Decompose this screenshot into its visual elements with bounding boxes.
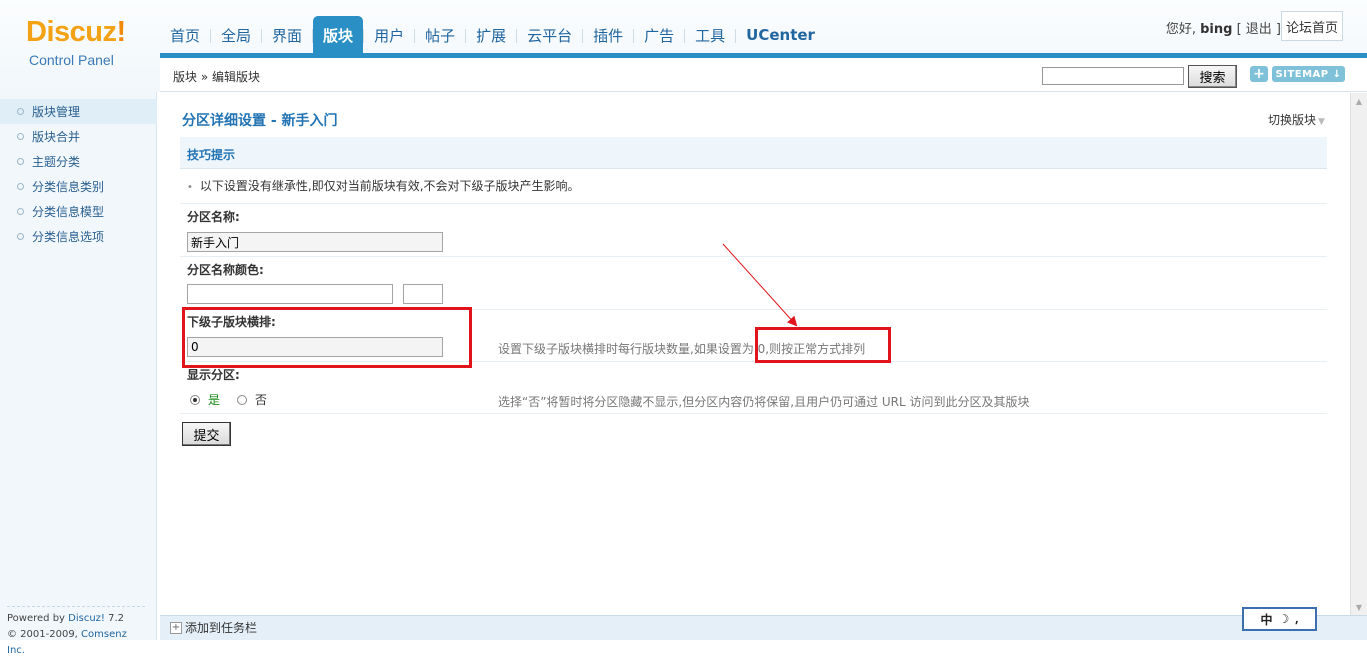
divider bbox=[180, 256, 1327, 257]
sidebar-item[interactable]: 分类信息模型 bbox=[0, 199, 157, 224]
circle-icon bbox=[17, 133, 24, 140]
nav-tab-label: 广告 bbox=[644, 26, 675, 45]
scroll-up-icon[interactable]: ▲ bbox=[1351, 93, 1367, 109]
sidebar-item-label: 分类信息模型 bbox=[32, 205, 105, 219]
logo[interactable]: Discuz! Control Panel bbox=[0, 0, 160, 92]
chevron-down-icon: ▼ bbox=[1318, 117, 1325, 127]
divider bbox=[180, 413, 1327, 414]
ime-mode[interactable]: 中 bbox=[1261, 611, 1273, 628]
nav-tab-11[interactable]: UCenter bbox=[736, 16, 825, 54]
nav-tab-3[interactable]: 版块 bbox=[313, 16, 364, 54]
tips-header: 技巧提示 bbox=[180, 137, 1327, 169]
sidebar-menu: 版块管理版块合并主题分类分类信息类别 分类信息模型 分类信息选项 bbox=[0, 99, 157, 249]
logout-link[interactable]: [ 退出 ] bbox=[1237, 22, 1281, 37]
scroll-down-icon[interactable]: ▼ bbox=[1351, 599, 1367, 615]
breadcrumb-bar: 版块 » 编辑版块 搜索 + SITEMAP ↓ bbox=[160, 58, 1367, 92]
nav-tab-4[interactable]: 用户 bbox=[364, 16, 414, 54]
nav-tab-6[interactable]: 扩展 bbox=[466, 16, 516, 54]
sidebar: 版块管理版块合并主题分类分类信息类别 分类信息模型 分类信息选项 Powered b… bbox=[0, 92, 157, 656]
add-to-taskbar[interactable]: + 添加到任务栏 bbox=[170, 619, 257, 636]
forum-home-button[interactable]: 论坛首页 bbox=[1281, 11, 1343, 41]
nav-tab-label: 帖子 bbox=[425, 26, 456, 45]
tip-text: • 以下设置没有继承性,即仅对当前版块有效,不会对下级子版块产生影响。 bbox=[187, 179, 580, 193]
add-shortcut-icon[interactable]: + bbox=[1250, 66, 1268, 82]
show-no-radio[interactable] bbox=[237, 394, 248, 405]
nav-tab-8[interactable]: 插件 bbox=[583, 16, 633, 54]
breadcrumb-root[interactable]: 版块 bbox=[173, 70, 197, 84]
sitemap-button[interactable]: SITEMAP ↓ bbox=[1272, 66, 1345, 82]
circle-icon bbox=[17, 108, 24, 115]
sidebar-item[interactable]: 分类信息选项 bbox=[0, 224, 157, 249]
powered-by: Powered by Discuz! 7.2 © 2001-2009, Coms… bbox=[7, 606, 145, 659]
nav-tab-7[interactable]: 云平台 bbox=[517, 16, 582, 54]
nav-tab-label: 首页 bbox=[170, 26, 201, 45]
submit-button[interactable]: 提交 bbox=[182, 422, 231, 446]
sidebar-item-label: 版块合并 bbox=[32, 130, 81, 144]
color-swatch[interactable] bbox=[403, 284, 443, 304]
switch-board-dropdown[interactable]: 切换版块 ▼ bbox=[1268, 111, 1325, 128]
nav-tab-label: 界面 bbox=[272, 26, 303, 45]
search-input[interactable] bbox=[1042, 67, 1184, 85]
annotation-box-hint bbox=[755, 327, 891, 363]
circle-icon bbox=[17, 233, 24, 240]
sidebar-item-label: 主题分类 bbox=[32, 155, 81, 169]
name-color-label: 分区名称颜色: bbox=[187, 263, 264, 277]
moon-icon[interactable]: ☽ bbox=[1279, 612, 1290, 626]
logo-subtitle: Control Panel bbox=[29, 52, 114, 68]
page-title: 分区详细设置 - 新手入门 bbox=[182, 113, 338, 129]
nav-tab-label: 云平台 bbox=[527, 26, 573, 45]
nav-tab-label: 工具 bbox=[695, 26, 726, 45]
forum-name-label: 分区名称: bbox=[187, 210, 240, 224]
circle-icon bbox=[17, 158, 24, 165]
plus-icon: + bbox=[170, 621, 182, 634]
nav-tab-2[interactable]: 界面 bbox=[262, 16, 312, 54]
circle-icon bbox=[17, 208, 24, 215]
show-forum-hint: 选择“否”将暂时将分区隐藏不显示,但分区内容仍将保留,且用户仍可通过 URL 访… bbox=[498, 395, 1030, 409]
username: bing bbox=[1200, 22, 1233, 37]
nav-tab-1[interactable]: 全局 bbox=[211, 16, 261, 54]
nav-tab-0[interactable]: 首页 bbox=[160, 16, 210, 54]
nav-tab-label: 用户 bbox=[374, 26, 405, 45]
nav-tab-label: 全局 bbox=[221, 26, 252, 45]
nav-tab-label: 扩展 bbox=[476, 26, 507, 45]
ime-toolbar[interactable]: 中 ☽ ⸴ bbox=[1242, 607, 1317, 631]
breadcrumb-current: 编辑版块 bbox=[212, 70, 261, 84]
sidebar-item-label: 分类信息选项 bbox=[32, 230, 105, 244]
name-color-input[interactable] bbox=[187, 284, 393, 304]
show-forum-label: 显示分区: bbox=[187, 368, 240, 382]
nav-tab-5[interactable]: 帖子 bbox=[415, 16, 465, 54]
bullet-icon: • bbox=[187, 182, 193, 193]
sidebar-item[interactable]: 分类信息类别 bbox=[0, 174, 157, 199]
divider bbox=[180, 203, 1327, 204]
breadcrumb: 版块 » 编辑版块 bbox=[173, 70, 261, 84]
punctuation-icon[interactable]: ⸴ bbox=[1295, 611, 1298, 628]
vertical-scrollbar[interactable]: ▲ ▼ bbox=[1350, 93, 1367, 615]
nav-tab-label: 版块 bbox=[323, 26, 354, 45]
sidebar-item[interactable]: 主题分类 bbox=[0, 149, 157, 174]
top-navigation: 首页 全局 界面 版块 用户 帖子 扩展 云平台 插件 广告 工具 UCenter bbox=[160, 16, 825, 54]
sidebar-item[interactable]: 版块合并 bbox=[0, 124, 157, 149]
nav-tab-9[interactable]: 广告 bbox=[634, 16, 684, 54]
discuz-link[interactable]: Discuz! bbox=[68, 613, 105, 624]
logo-text: Discuz! bbox=[26, 16, 126, 48]
sidebar-item-label: 版块管理 bbox=[32, 105, 81, 119]
search-button[interactable]: 搜索 bbox=[1188, 65, 1237, 88]
nav-tab-label: 插件 bbox=[593, 26, 624, 45]
show-yes-radio[interactable] bbox=[190, 394, 200, 405]
sidebar-item[interactable]: 版块管理 bbox=[0, 99, 157, 124]
nav-tab-label: UCenter bbox=[746, 26, 815, 44]
user-greeting: 您好, bing [ 退出 ] bbox=[1165, 22, 1281, 37]
circle-icon bbox=[17, 183, 24, 190]
nav-tab-10[interactable]: 工具 bbox=[685, 16, 735, 54]
annotation-box-field bbox=[182, 307, 472, 368]
sidebar-item-label: 分类信息类别 bbox=[32, 180, 105, 194]
show-forum-radio-group: 是 否 bbox=[190, 391, 267, 408]
forum-name-input[interactable] bbox=[187, 232, 443, 252]
footer-bar: + 添加到任务栏 bbox=[160, 615, 1367, 640]
